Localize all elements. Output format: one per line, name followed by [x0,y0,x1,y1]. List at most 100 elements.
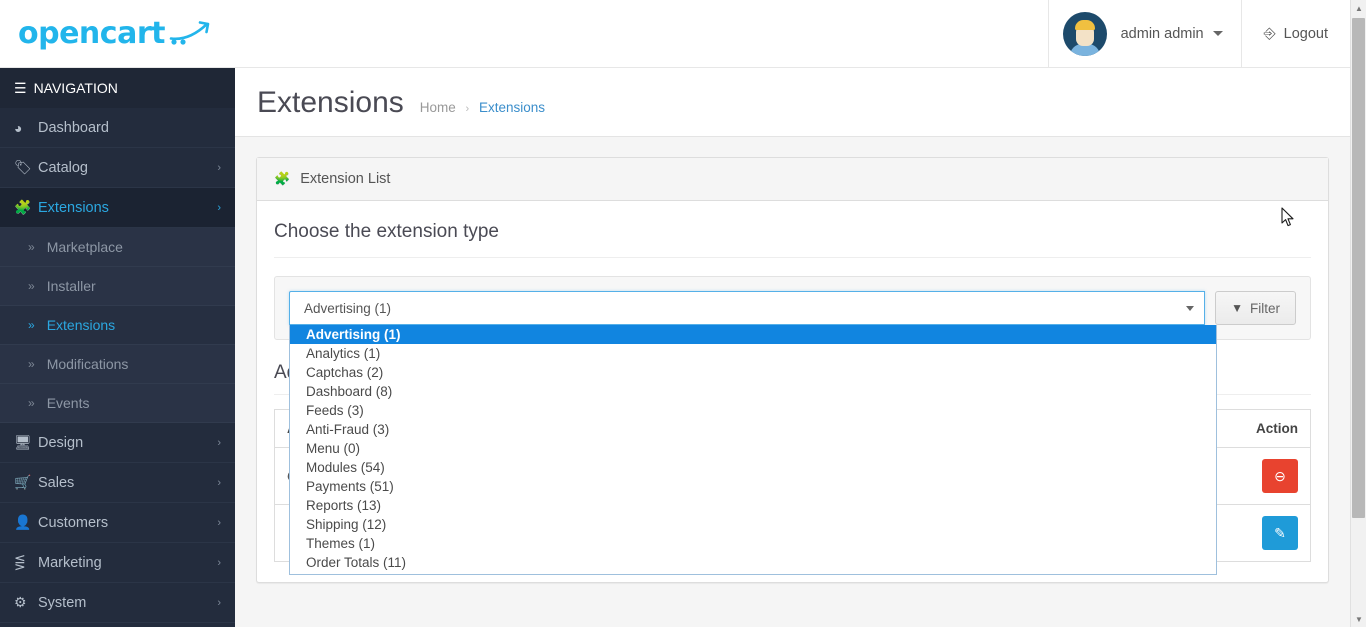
shopping-cart-swoosh-icon [167,19,213,48]
scrollbar-thumb[interactable] [1352,18,1365,518]
sidebar-subitem-events[interactable]: » Events [0,384,235,423]
sidebar-item-marketing[interactable]: ⋚ Marketing › [0,543,235,583]
sidebar-item-label: Customers [38,514,109,531]
extension-type-select-value: Advertising (1) [304,300,392,316]
chevron-right-icon: › [217,516,221,529]
sidebar-item-dashboard[interactable]: ◕ Dashboard [0,108,235,148]
puzzle-icon: 🧩 [274,171,291,186]
sidebar-item-label: Sales [38,474,75,491]
user-menu-dropdown[interactable]: admin admin [1047,0,1241,68]
choose-extension-type-title: Choose the extension type [274,217,1311,258]
gear-icon: ⚙ [14,594,27,610]
logo[interactable]: opencart [0,0,235,68]
sidebar-item-label: Extensions [38,199,109,216]
sidebar-item-customers[interactable]: 👤 Customers › [0,503,235,543]
hamburger-icon: ☰ [14,79,27,96]
puzzle-icon: 🧩 [14,199,32,215]
logo-text: opencart [18,15,165,51]
sidebar-item-label: System [38,594,87,611]
dropdown-option[interactable]: Reports (13) [290,496,1216,515]
dropdown-option[interactable]: Captchas (2) [290,363,1216,382]
triangle-up-icon[interactable]: ▲ [1351,0,1366,16]
uninstall-button[interactable]: ⊖ [1262,459,1298,493]
sidebar-subitem-label: Installer [46,278,96,294]
minus-circle-icon: ⊖ [1274,467,1286,484]
extension-list-panel: 🧩 Extension List Choose the extension ty… [256,157,1329,583]
dropdown-option[interactable]: Analytics (1) [290,344,1216,363]
top-header: opencart admin admin ⎆ Logout [0,0,1350,68]
tag-icon: 🏷 [14,159,32,175]
sidebar-subitem-modifications[interactable]: » Modifications [0,345,235,384]
sidebar-subitem-installer[interactable]: » Installer [0,267,235,306]
funnel-icon: ▼ [1231,301,1243,315]
sidebar-item-extensions[interactable]: 🧩 Extensions › [0,188,235,228]
chevron-right-icon: › [217,161,221,174]
dropdown-option[interactable]: Themes (1) [290,534,1216,553]
dropdown-option[interactable]: Menu (0) [290,439,1216,458]
sidebar-subitem-label: Events [46,395,90,411]
chevron-right-icon: › [217,596,221,609]
monitor-icon: 🖥 [14,434,32,450]
caret-down-icon [1186,305,1195,311]
avatar [1062,11,1107,56]
app-root: opencart admin admin ⎆ Logout ☰ NAVIGATI… [0,0,1366,627]
filter-button[interactable]: ▼ Filter [1215,291,1296,325]
panel-header-title: Extension List [300,171,391,187]
sidebar-item-label: Catalog [38,159,88,176]
sidebar-subitem-extensions[interactable]: » Extensions [0,306,235,345]
extension-type-select[interactable]: Advertising (1) [289,291,1206,325]
sidebar-item-label: Dashboard [38,119,109,136]
cart-icon: 🛒 [14,474,32,490]
main-content: Extensions Home › Extensions 🧩 Extension… [235,68,1350,627]
double-chevron-right-icon: » [28,357,35,371]
pencil-icon: ✎ [1274,524,1286,541]
page-title: Extensions [257,86,404,119]
double-chevron-right-icon: » [28,240,35,254]
sidebar-item-design[interactable]: 🖥 Design › [0,423,235,463]
logout-icon: ⎆ [1263,25,1276,42]
breadcrumb: Home › Extensions [420,100,545,115]
nav-title-label: NAVIGATION [33,80,118,96]
chevron-right-icon: › [217,201,221,214]
extension-type-select-wrap: Advertising (1) [289,291,1206,325]
sidebar-item-sales[interactable]: 🛒 Sales › [0,463,235,503]
chevron-right-icon: › [217,556,221,569]
dropdown-option[interactable]: Anti-Fraud (3) [290,420,1216,439]
share-icon: ⋚ [14,554,26,570]
breadcrumb-current[interactable]: Extensions [479,100,545,115]
double-chevron-right-icon: » [28,318,35,332]
chevron-right-icon: › [217,436,221,449]
breadcrumb-home[interactable]: Home [420,100,456,115]
dropdown-option[interactable]: Modules (54) [290,458,1216,477]
page-header: Extensions Home › Extensions [235,68,1350,137]
dropdown-option[interactable]: Shipping (12) [290,515,1216,534]
panel-header: 🧩 Extension List [257,158,1328,201]
dropdown-option[interactable]: Advertising (1) [290,325,1216,344]
double-chevron-right-icon: » [28,279,35,293]
sidebar-subitem-marketplace[interactable]: » Marketplace [0,228,235,267]
nav-title: ☰ NAVIGATION [0,68,235,108]
logout-button[interactable]: ⎆ Logout [1240,0,1350,68]
double-chevron-right-icon: » [28,396,35,410]
filter-button-label: Filter [1250,300,1280,316]
page-scrollbar[interactable]: ▲ ▼ [1350,0,1366,627]
dropdown-option[interactable]: Feeds (3) [290,401,1216,420]
triangle-down-icon[interactable]: ▼ [1351,611,1366,627]
chevron-right-icon: › [217,476,221,489]
dropdown-option[interactable]: Dashboard (8) [290,382,1216,401]
sidebar-item-label: Marketing [38,554,102,571]
dashboard-icon: ◕ [14,119,23,136]
edit-button[interactable]: ✎ [1262,516,1298,550]
username-label: admin admin [1120,25,1204,42]
sidebar-item-system[interactable]: ⚙ System › [0,583,235,623]
logout-label: Logout [1283,25,1328,42]
dropdown-option[interactable]: Payments (51) [290,477,1216,496]
sidebar-subitem-label: Modifications [46,356,129,372]
sidebar-subitem-label: Extensions [46,317,116,333]
panel-body: Choose the extension type Advertising (1… [257,201,1328,582]
extension-type-dropdown-list[interactable]: Advertising (1) Analytics (1) Captchas (… [289,325,1217,575]
sidebar-subitem-label: Marketplace [46,239,123,255]
filter-well: Advertising (1) ▼ Filter Advertising (1)… [274,276,1311,575]
sidebar-item-catalog[interactable]: 🏷 Catalog › [0,148,235,188]
dropdown-option[interactable]: Order Totals (11) [290,553,1216,572]
